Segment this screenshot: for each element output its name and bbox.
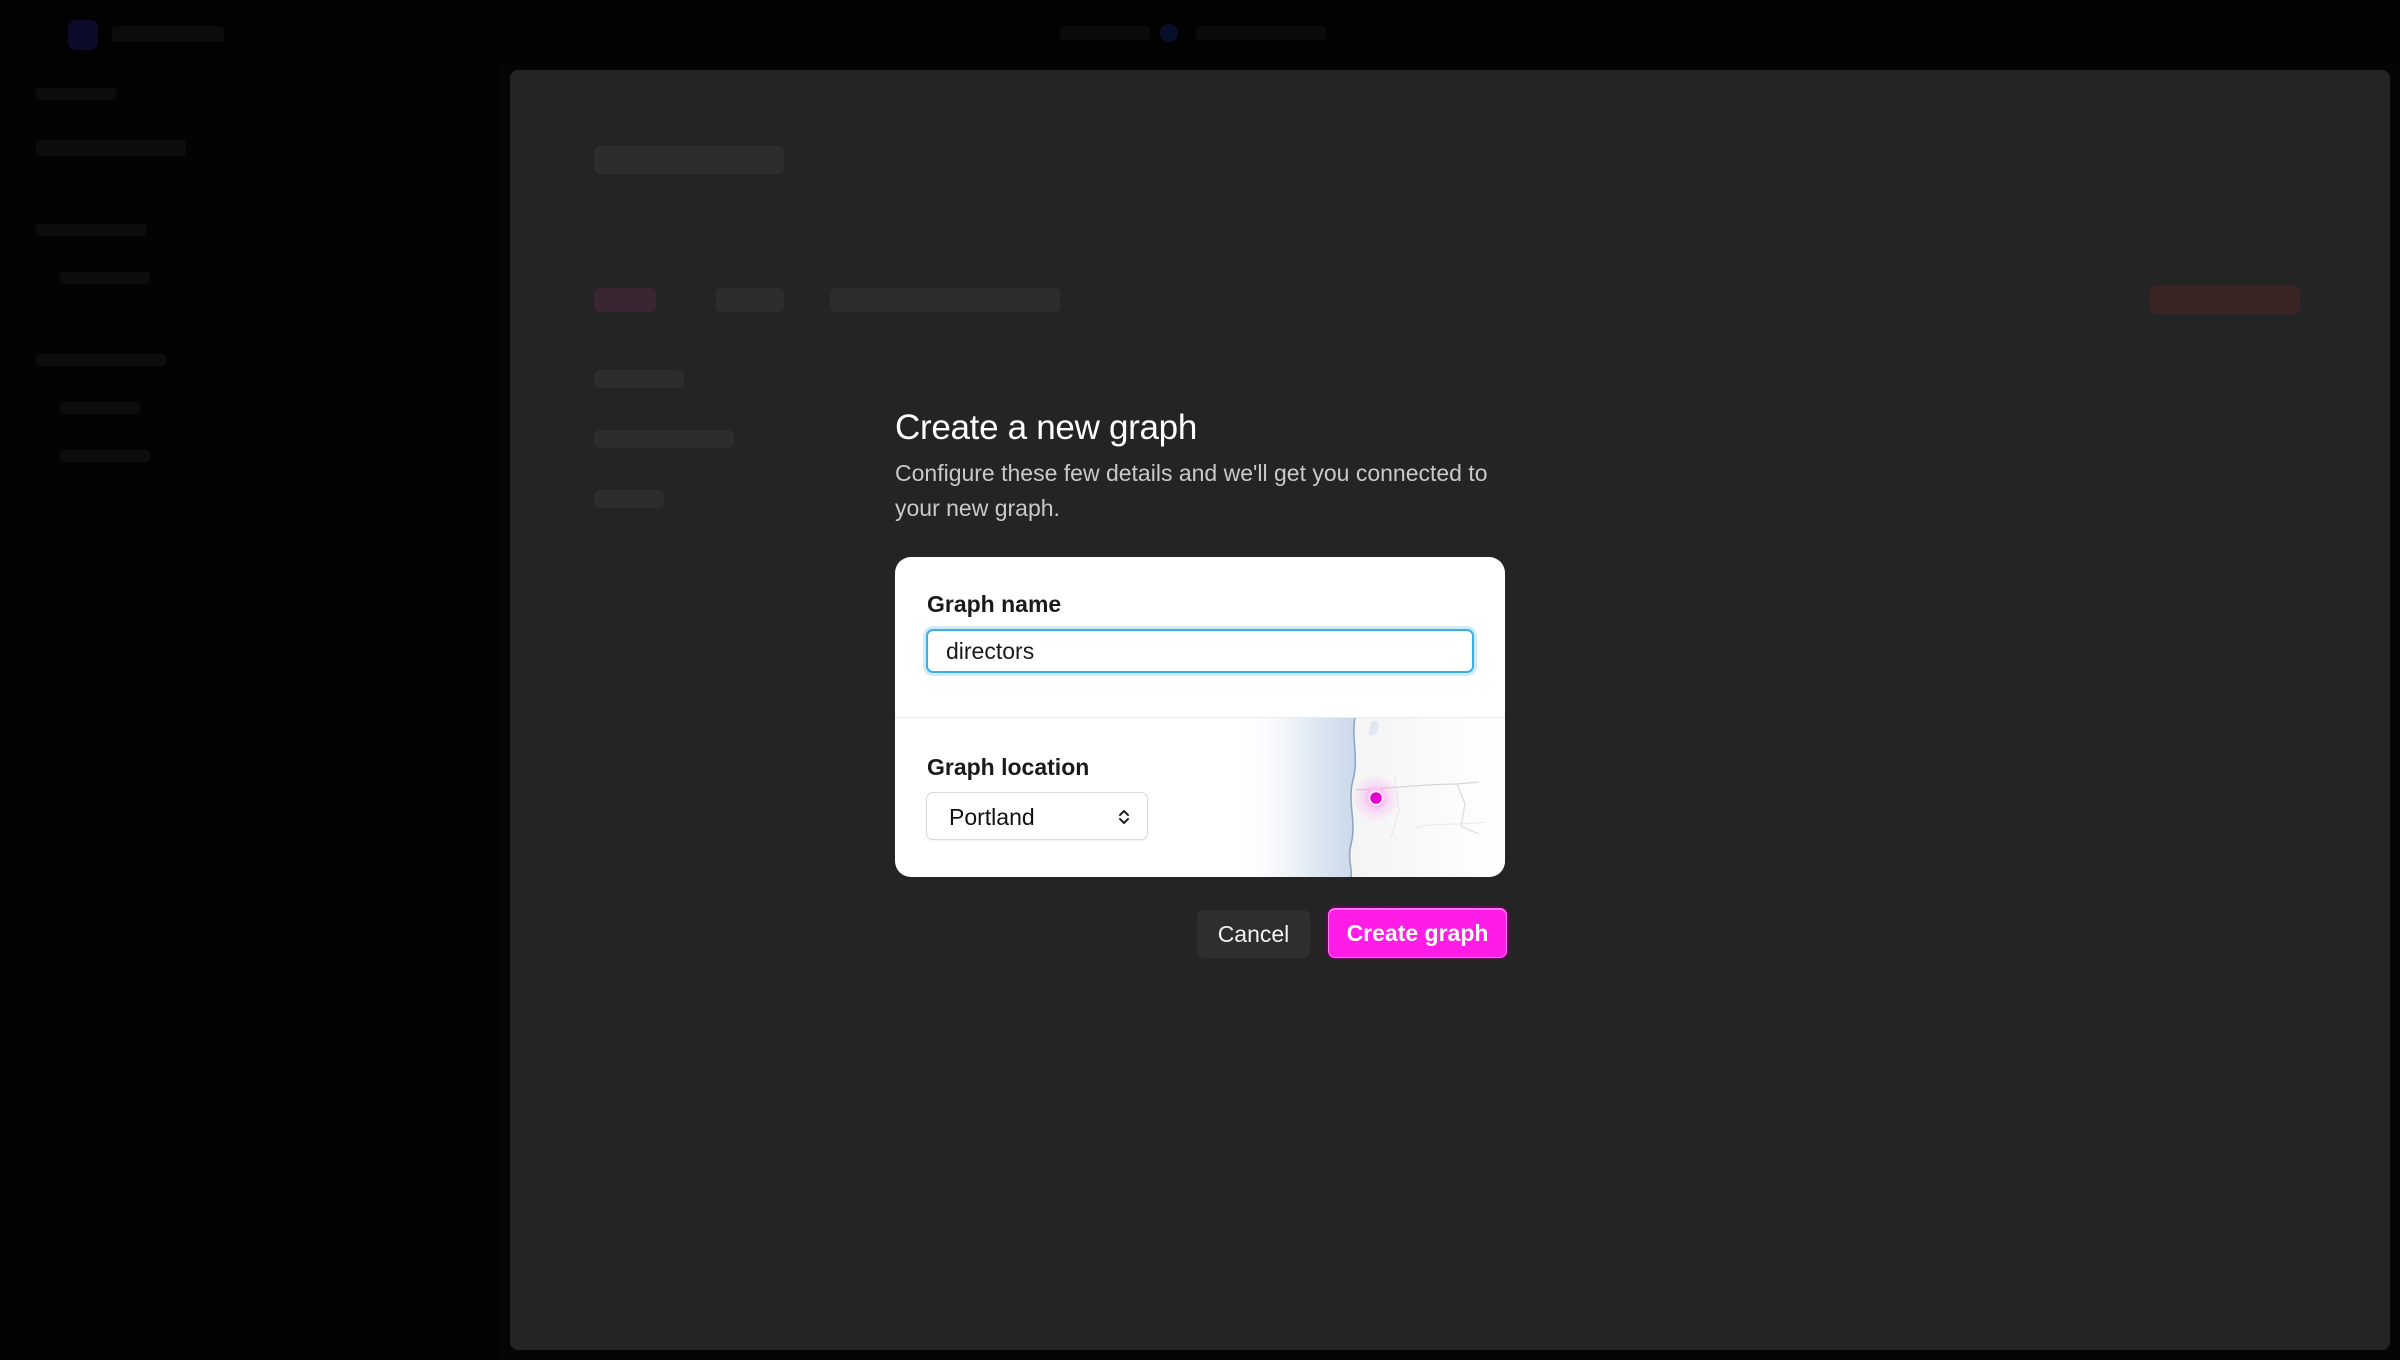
sidebar-placeholder bbox=[36, 88, 116, 100]
dialog-subtitle: Configure these few details and we'll ge… bbox=[895, 460, 1488, 521]
create-graph-button[interactable]: Create graph bbox=[1328, 908, 1507, 958]
cancel-button[interactable]: Cancel bbox=[1197, 910, 1310, 958]
row-placeholder bbox=[594, 430, 734, 448]
graph-name-label: Graph name bbox=[927, 591, 1062, 617]
top-bar bbox=[0, 0, 2400, 64]
row-placeholder bbox=[594, 490, 664, 508]
graph-form-card: Graph name Graph location Portland bbox=[895, 557, 1505, 877]
page-title-placeholder bbox=[594, 146, 784, 174]
action-placeholder bbox=[2150, 286, 2300, 314]
graph-name-section: Graph name bbox=[895, 557, 1505, 717]
dialog-title: Create a new graph bbox=[895, 408, 1198, 447]
app-window: Create a new graph Configure these few d… bbox=[0, 0, 2400, 1360]
chevron-up-down-icon bbox=[1117, 807, 1131, 832]
app-logo bbox=[68, 20, 98, 50]
sidebar-placeholder bbox=[36, 140, 186, 156]
tab-placeholder bbox=[716, 288, 784, 312]
graph-location-select[interactable]: Portland bbox=[926, 792, 1148, 840]
top-bar-indicator bbox=[1160, 24, 1178, 42]
row-placeholder bbox=[594, 370, 684, 388]
tab-placeholder bbox=[594, 288, 656, 312]
sidebar-placeholder bbox=[60, 402, 140, 414]
top-bar-item bbox=[1196, 26, 1326, 40]
sidebar-placeholder bbox=[36, 224, 146, 236]
tab-placeholder bbox=[830, 288, 1060, 312]
sidebar-placeholder bbox=[60, 450, 150, 462]
graph-location-label: Graph location bbox=[927, 754, 1090, 780]
graph-name-input[interactable] bbox=[926, 629, 1474, 673]
graph-location-value: Portland bbox=[949, 804, 1035, 830]
sidebar-placeholder bbox=[36, 354, 166, 366]
top-bar-item bbox=[1060, 26, 1150, 40]
app-brand bbox=[112, 26, 224, 42]
location-map bbox=[1195, 717, 1505, 877]
sidebar-background bbox=[0, 64, 500, 1360]
graph-location-section: Graph location Portland bbox=[895, 717, 1505, 877]
sidebar-placeholder bbox=[60, 272, 150, 284]
location-pin-icon bbox=[1352, 774, 1400, 822]
